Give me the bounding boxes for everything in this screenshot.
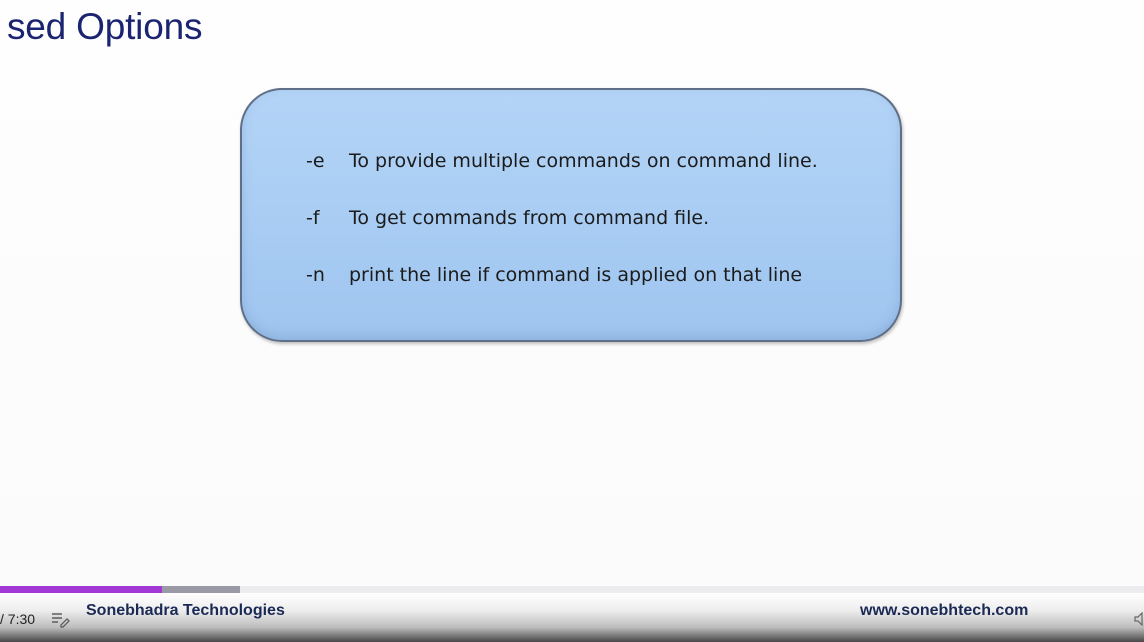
option-row-f: -f To get commands from command file.: [306, 207, 709, 229]
played-progress[interactable]: [0, 586, 163, 593]
option-flag: -n: [306, 264, 325, 286]
time-display: / 7:30: [0, 611, 36, 627]
option-flag: -e: [306, 150, 325, 172]
option-flag: -f: [306, 207, 320, 229]
options-box: -e To provide multiple commands on comman…: [240, 88, 902, 342]
slide-canvas: sed Options -e To provide multiple comman…: [0, 0, 1144, 586]
seek-bar[interactable]: [0, 586, 1144, 593]
brand-name: Sonebhadra Technologies: [86, 602, 285, 619]
slide-title: sed Options: [7, 6, 203, 47]
volume-icon[interactable]: [1134, 612, 1144, 626]
option-description: To provide multiple commands on command …: [349, 150, 818, 172]
option-description: print the line if command is applied on …: [349, 264, 803, 286]
option-description: To get commands from command file.: [349, 207, 710, 229]
option-row-n: -n print the line if command is applied o…: [306, 264, 802, 286]
player-control-bar: / 7:30 Sonebhadra Technologies www.soneb…: [0, 593, 1144, 642]
option-row-e: -e To provide multiple commands on comman…: [306, 150, 818, 172]
website-link[interactable]: www.sonebhtech.com: [860, 602, 1028, 620]
transcript-icon[interactable]: [51, 610, 71, 628]
